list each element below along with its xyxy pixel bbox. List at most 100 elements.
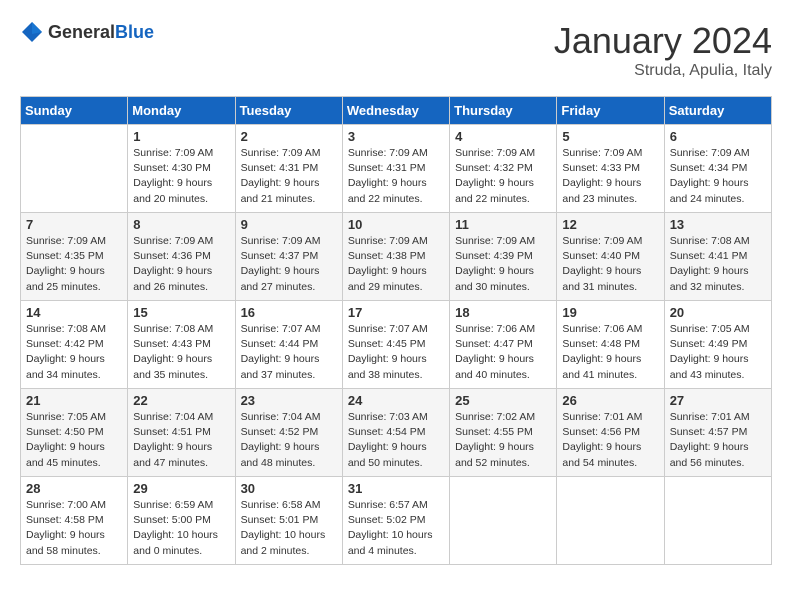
calendar-cell: 21 Sunrise: 7:05 AM Sunset: 4:50 PM Dayli… xyxy=(21,389,128,477)
week-row-4: 21 Sunrise: 7:05 AM Sunset: 4:50 PM Dayli… xyxy=(21,389,772,477)
calendar-cell: 26Sunrise: 7:01 AM Sunset: 4:56 PM Dayli… xyxy=(557,389,664,477)
calendar-cell: 30 Sunrise: 6:58 AM Sunset: 5:01 PM Dayli… xyxy=(235,477,342,565)
day-info: Sunrise: 7:09 AM Sunset: 4:38 PM Dayligh… xyxy=(348,234,444,295)
calendar-title: January 2024 xyxy=(554,20,772,62)
week-row-1: 1 Sunrise: 7:09 AM Sunset: 4:30 PM Daylig… xyxy=(21,125,772,213)
calendar-cell: 11 Sunrise: 7:09 AM Sunset: 4:39 PM Dayli… xyxy=(450,213,557,301)
day-info: Sunrise: 7:03 AM Sunset: 4:54 PM Dayligh… xyxy=(348,410,444,471)
calendar-cell xyxy=(557,477,664,565)
day-number: 9 xyxy=(241,217,337,232)
day-number: 27 xyxy=(670,393,766,408)
calendar-cell: 8 Sunrise: 7:09 AM Sunset: 4:36 PM Daylig… xyxy=(128,213,235,301)
day-info: Sunrise: 6:58 AM Sunset: 5:01 PM Dayligh… xyxy=(241,498,337,559)
day-number: 24 xyxy=(348,393,444,408)
calendar-cell: 16 Sunrise: 7:07 AM Sunset: 4:44 PM Dayli… xyxy=(235,301,342,389)
day-info: Sunrise: 7:09 AM Sunset: 4:37 PM Dayligh… xyxy=(241,234,337,295)
calendar-cell: 5Sunrise: 7:09 AM Sunset: 4:33 PM Daylig… xyxy=(557,125,664,213)
calendar-cell: 12 Sunrise: 7:09 AM Sunset: 4:40 PM Dayli… xyxy=(557,213,664,301)
day-info: Sunrise: 7:09 AM Sunset: 4:40 PM Dayligh… xyxy=(562,234,658,295)
day-info: Sunrise: 7:04 AM Sunset: 4:51 PM Dayligh… xyxy=(133,410,229,471)
logo-blue: Blue xyxy=(115,22,154,42)
day-number: 4 xyxy=(455,129,551,144)
day-number: 20 xyxy=(670,305,766,320)
calendar-cell: 13Sunrise: 7:08 AM Sunset: 4:41 PM Dayli… xyxy=(664,213,771,301)
calendar-cell: 10 Sunrise: 7:09 AM Sunset: 4:38 PM Dayli… xyxy=(342,213,449,301)
calendar-cell: 25Sunrise: 7:02 AM Sunset: 4:55 PM Dayli… xyxy=(450,389,557,477)
day-number: 28 xyxy=(26,481,122,496)
day-number: 16 xyxy=(241,305,337,320)
calendar-cell: 20 Sunrise: 7:05 AM Sunset: 4:49 PM Dayli… xyxy=(664,301,771,389)
day-number: 26 xyxy=(562,393,658,408)
calendar-cell: 2Sunrise: 7:09 AM Sunset: 4:31 PM Daylig… xyxy=(235,125,342,213)
header-row: SundayMondayTuesdayWednesdayThursdayFrid… xyxy=(21,97,772,125)
day-number: 19 xyxy=(562,305,658,320)
calendar-cell: 29 Sunrise: 6:59 AM Sunset: 5:00 PM Dayli… xyxy=(128,477,235,565)
day-number: 18 xyxy=(455,305,551,320)
calendar-cell: 7 Sunrise: 7:09 AM Sunset: 4:35 PM Daylig… xyxy=(21,213,128,301)
day-number: 6 xyxy=(670,129,766,144)
day-info: Sunrise: 7:02 AM Sunset: 4:55 PM Dayligh… xyxy=(455,410,551,471)
day-info: Sunrise: 6:57 AM Sunset: 5:02 PM Dayligh… xyxy=(348,498,444,559)
day-info: Sunrise: 7:05 AM Sunset: 4:50 PM Dayligh… xyxy=(26,410,122,471)
calendar-cell: 28 Sunrise: 7:00 AM Sunset: 4:58 PM Dayli… xyxy=(21,477,128,565)
page-header: GeneralBlue January 2024 Struda, Apulia,… xyxy=(20,20,772,80)
day-number: 30 xyxy=(241,481,337,496)
day-info: Sunrise: 7:07 AM Sunset: 4:45 PM Dayligh… xyxy=(348,322,444,383)
day-number: 29 xyxy=(133,481,229,496)
calendar-cell: 14Sunrise: 7:08 AM Sunset: 4:42 PM Dayli… xyxy=(21,301,128,389)
header-cell-saturday: Saturday xyxy=(664,97,771,125)
day-info: Sunrise: 7:06 AM Sunset: 4:48 PM Dayligh… xyxy=(562,322,658,383)
calendar-cell: 18 Sunrise: 7:06 AM Sunset: 4:47 PM Dayli… xyxy=(450,301,557,389)
day-number: 1 xyxy=(133,129,229,144)
calendar-cell: 9 Sunrise: 7:09 AM Sunset: 4:37 PM Daylig… xyxy=(235,213,342,301)
day-number: 7 xyxy=(26,217,122,232)
header-cell-monday: Monday xyxy=(128,97,235,125)
calendar-cell: 3Sunrise: 7:09 AM Sunset: 4:31 PM Daylig… xyxy=(342,125,449,213)
day-info: Sunrise: 7:09 AM Sunset: 4:31 PM Dayligh… xyxy=(241,146,337,207)
week-row-3: 14Sunrise: 7:08 AM Sunset: 4:42 PM Dayli… xyxy=(21,301,772,389)
logo-icon xyxy=(20,20,44,44)
calendar-cell: 23 Sunrise: 7:04 AM Sunset: 4:52 PM Dayli… xyxy=(235,389,342,477)
header-cell-thursday: Thursday xyxy=(450,97,557,125)
logo-general: General xyxy=(48,22,115,42)
day-info: Sunrise: 7:09 AM Sunset: 4:35 PM Dayligh… xyxy=(26,234,122,295)
week-row-2: 7 Sunrise: 7:09 AM Sunset: 4:35 PM Daylig… xyxy=(21,213,772,301)
day-number: 8 xyxy=(133,217,229,232)
day-info: Sunrise: 7:01 AM Sunset: 4:57 PM Dayligh… xyxy=(670,410,766,471)
day-info: Sunrise: 6:59 AM Sunset: 5:00 PM Dayligh… xyxy=(133,498,229,559)
day-number: 17 xyxy=(348,305,444,320)
day-info: Sunrise: 7:09 AM Sunset: 4:33 PM Dayligh… xyxy=(562,146,658,207)
calendar-cell: 24 Sunrise: 7:03 AM Sunset: 4:54 PM Dayli… xyxy=(342,389,449,477)
calendar-cell: 6Sunrise: 7:09 AM Sunset: 4:34 PM Daylig… xyxy=(664,125,771,213)
day-number: 14 xyxy=(26,305,122,320)
day-number: 15 xyxy=(133,305,229,320)
week-row-5: 28 Sunrise: 7:00 AM Sunset: 4:58 PM Dayli… xyxy=(21,477,772,565)
calendar-cell xyxy=(664,477,771,565)
day-number: 31 xyxy=(348,481,444,496)
day-info: Sunrise: 7:09 AM Sunset: 4:39 PM Dayligh… xyxy=(455,234,551,295)
calendar-cell: 27 Sunrise: 7:01 AM Sunset: 4:57 PM Dayli… xyxy=(664,389,771,477)
logo: GeneralBlue xyxy=(20,20,154,44)
day-info: Sunrise: 7:05 AM Sunset: 4:49 PM Dayligh… xyxy=(670,322,766,383)
day-number: 23 xyxy=(241,393,337,408)
day-info: Sunrise: 7:09 AM Sunset: 4:36 PM Dayligh… xyxy=(133,234,229,295)
day-number: 21 xyxy=(26,393,122,408)
day-info: Sunrise: 7:06 AM Sunset: 4:47 PM Dayligh… xyxy=(455,322,551,383)
day-info: Sunrise: 7:09 AM Sunset: 4:30 PM Dayligh… xyxy=(133,146,229,207)
day-info: Sunrise: 7:08 AM Sunset: 4:43 PM Dayligh… xyxy=(133,322,229,383)
calendar-table: SundayMondayTuesdayWednesdayThursdayFrid… xyxy=(20,96,772,565)
day-number: 12 xyxy=(562,217,658,232)
title-area: January 2024 Struda, Apulia, Italy xyxy=(554,20,772,80)
calendar-cell: 4Sunrise: 7:09 AM Sunset: 4:32 PM Daylig… xyxy=(450,125,557,213)
day-info: Sunrise: 7:08 AM Sunset: 4:41 PM Dayligh… xyxy=(670,234,766,295)
day-number: 22 xyxy=(133,393,229,408)
header-cell-friday: Friday xyxy=(557,97,664,125)
day-info: Sunrise: 7:00 AM Sunset: 4:58 PM Dayligh… xyxy=(26,498,122,559)
day-info: Sunrise: 7:07 AM Sunset: 4:44 PM Dayligh… xyxy=(241,322,337,383)
day-number: 11 xyxy=(455,217,551,232)
day-number: 10 xyxy=(348,217,444,232)
calendar-cell xyxy=(450,477,557,565)
calendar-cell: 22 Sunrise: 7:04 AM Sunset: 4:51 PM Dayli… xyxy=(128,389,235,477)
calendar-cell xyxy=(21,125,128,213)
day-info: Sunrise: 7:04 AM Sunset: 4:52 PM Dayligh… xyxy=(241,410,337,471)
